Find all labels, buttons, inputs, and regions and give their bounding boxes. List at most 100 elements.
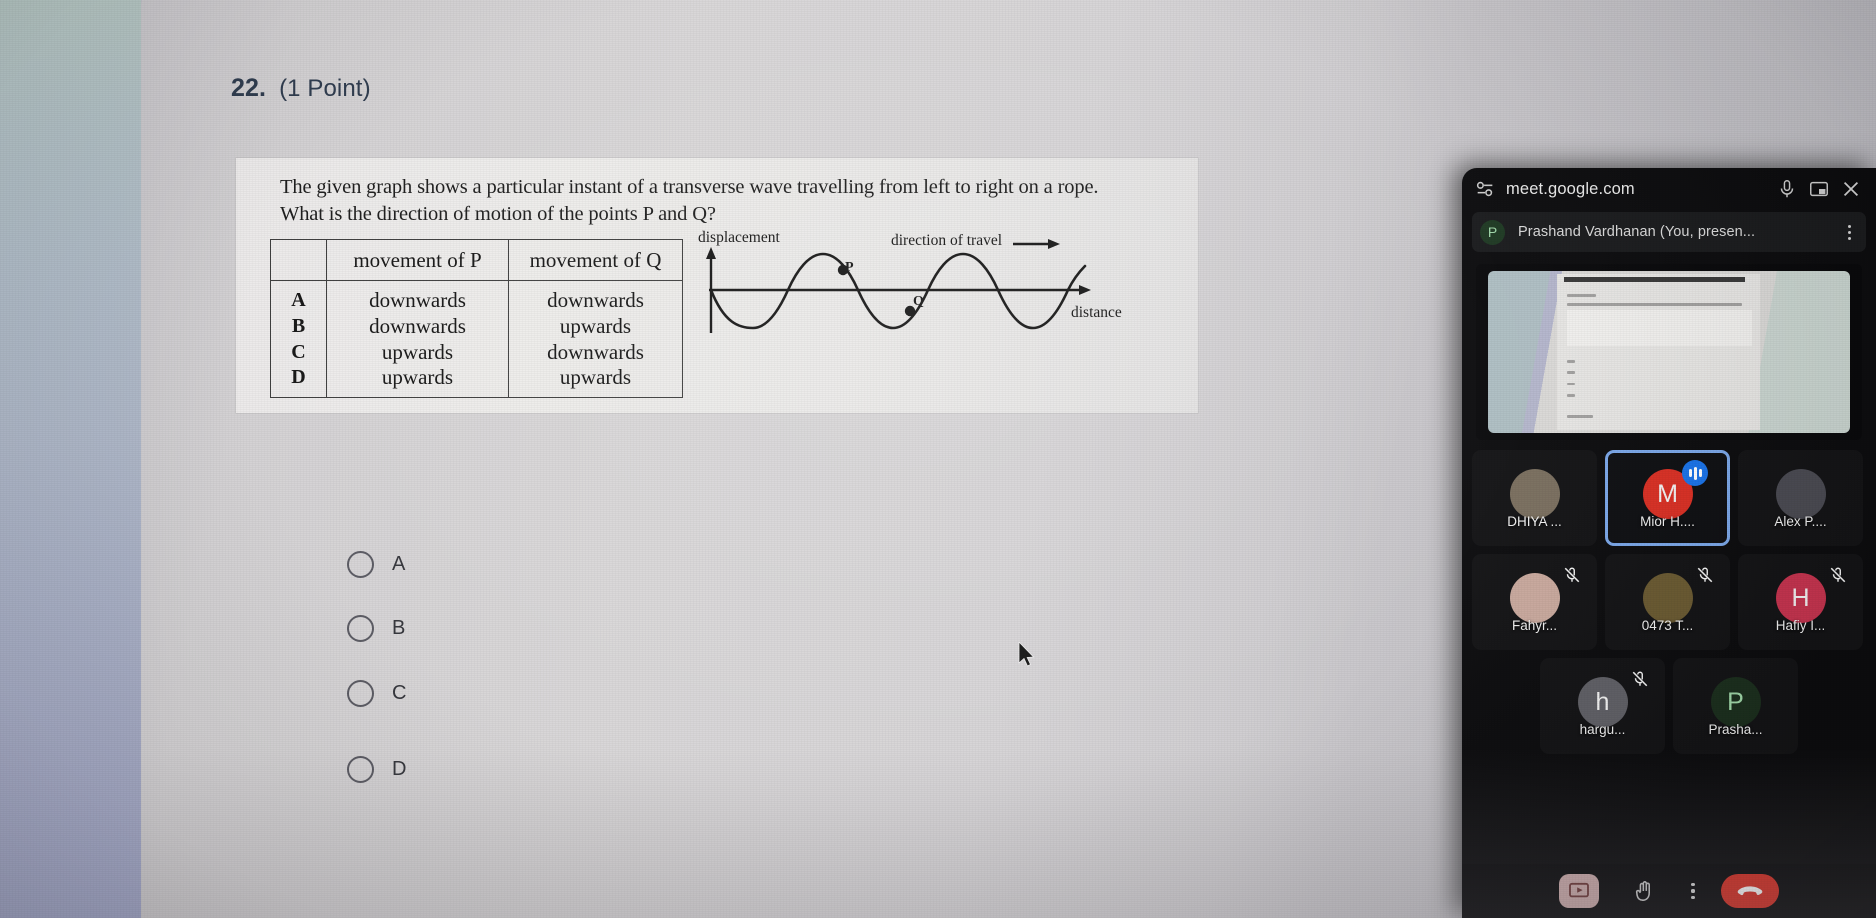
more-options-button[interactable] — [1691, 883, 1695, 899]
table-header-blank — [270, 239, 327, 281]
shared-option-thumb — [1567, 394, 1575, 397]
shared-option-thumb — [1567, 382, 1575, 386]
shared-url-bar-thumb — [1563, 276, 1746, 283]
table-header-movement-q: movement of Q — [508, 239, 683, 281]
table-cell-key: A — [270, 280, 327, 313]
participant-tile[interactable]: H Hafiy I... — [1738, 554, 1863, 650]
participant-tile[interactable]: h hargu... — [1540, 658, 1665, 754]
picture-in-picture-icon[interactable] — [1808, 178, 1830, 200]
more-options-icon[interactable] — [1841, 224, 1857, 240]
raise-hand-icon — [1636, 881, 1651, 901]
avatar: H — [1775, 573, 1826, 623]
google-meet-floating-panel[interactable]: meet.google.com P Prashand Vardhanan (Yo… — [1462, 168, 1876, 918]
radio-button-d[interactable] — [347, 756, 374, 783]
table-cell-key: B — [270, 313, 327, 339]
participant-name: hargu... — [1579, 722, 1626, 737]
question-number: 22. — [231, 74, 267, 102]
avatar — [1775, 469, 1826, 519]
avatar — [1509, 573, 1560, 623]
table-cell-q: downwards — [508, 280, 683, 313]
answer-option-label: A — [392, 553, 406, 575]
table-cell-p: upwards — [326, 339, 509, 365]
shared-option-thumb — [1567, 360, 1575, 363]
point-p-label: P — [845, 260, 854, 275]
microphone-muted-icon — [1564, 567, 1580, 583]
participant-name: Hafiy I... — [1775, 618, 1826, 633]
participant-tile[interactable]: P Prasha... — [1673, 658, 1798, 754]
direction-of-travel-label: direction of travel — [891, 232, 1003, 249]
question-text-line-1: The given graph shows a particular insta… — [280, 176, 1099, 198]
y-axis-label: displacement — [698, 229, 780, 246]
table-cell-q: upwards — [508, 365, 683, 398]
participant-name: Prasha... — [1708, 722, 1763, 737]
shared-screen-preview[interactable] — [1476, 264, 1862, 440]
participant-name: Mior H.... — [1640, 514, 1695, 529]
shared-question-card-thumb — [1567, 309, 1753, 346]
avatar: h — [1577, 677, 1628, 727]
participant-name: 0473 T... — [1641, 618, 1694, 633]
question-points: (1 Point) — [279, 75, 371, 102]
table-row: A downwards downwards — [270, 280, 683, 313]
avatar — [1509, 469, 1560, 519]
table-cell-q: downwards — [508, 339, 683, 365]
answer-option-label: D — [392, 758, 407, 780]
meet-bottom-toolbar — [1462, 864, 1876, 918]
answer-option-label: C — [392, 682, 407, 704]
meet-url-label: meet.google.com — [1506, 179, 1635, 198]
table-header-movement-p: movement of P — [326, 239, 509, 281]
question-header: 22. (1 Point) — [231, 74, 371, 103]
avatar: P — [1710, 677, 1761, 727]
participant-name: Fahyr... — [1511, 618, 1557, 633]
microphone-muted-icon — [1830, 567, 1846, 583]
microphone-muted-icon — [1697, 567, 1713, 583]
participant-name: Alex P.... — [1774, 514, 1827, 529]
quiz-page: 22. (1 Point) The given graph shows a pa… — [141, 0, 1246, 918]
participant-row: Fahyr... 0473 T... H Hafiy I... — [1472, 554, 1866, 650]
x-axis-label: distance — [1071, 304, 1122, 321]
answer-option-d[interactable]: D — [347, 756, 406, 783]
present-screen-icon — [1569, 882, 1590, 898]
participant-row: h hargu... P Prasha... — [1472, 658, 1866, 754]
present-screen-button[interactable] — [1559, 874, 1600, 908]
radio-button-c[interactable] — [347, 680, 374, 707]
shared-document-thumb — [1556, 274, 1760, 430]
close-icon[interactable] — [1840, 178, 1862, 200]
table-row: D upwards upwards — [270, 365, 683, 398]
shared-option-thumb — [1567, 371, 1575, 374]
participant-tile[interactable]: M Mior H.... — [1605, 450, 1730, 546]
answer-option-b[interactable]: B — [347, 615, 405, 642]
table-row: C upwards downwards — [270, 339, 683, 365]
participant-tile[interactable]: Alex P.... — [1738, 450, 1863, 546]
table-cell-q: upwards — [508, 313, 683, 339]
point-q-label: Q — [913, 294, 924, 309]
table-cell-p: downwards — [326, 280, 509, 313]
speaking-indicator-icon — [1682, 460, 1708, 486]
movement-options-table: movement of P movement of Q A downwards … — [270, 239, 683, 398]
question-image-card: The given graph shows a particular insta… — [236, 158, 1198, 413]
microphone-muted-icon — [1632, 671, 1648, 687]
answer-option-a[interactable]: A — [347, 551, 405, 578]
shared-text-thumb — [1567, 303, 1742, 306]
presenter-name: Prashand Vardhanan (You, presen... — [1518, 224, 1756, 240]
table-cell-key: D — [270, 365, 327, 398]
table-cell-p: downwards — [326, 313, 509, 339]
raise-hand-button[interactable] — [1625, 874, 1665, 908]
permissions-icon[interactable] — [1474, 178, 1496, 200]
shared-footer-thumb — [1567, 415, 1593, 419]
end-call-icon — [1737, 886, 1762, 896]
presenter-row[interactable]: P Prashand Vardhanan (You, presen... — [1472, 212, 1866, 252]
radio-button-a[interactable] — [347, 551, 374, 578]
transverse-wave-diagram: displacement direction of travel distanc… — [691, 228, 1131, 358]
participant-tile[interactable]: 0473 T... — [1605, 554, 1730, 650]
participant-tile[interactable]: Fahyr... — [1472, 554, 1597, 650]
end-call-button[interactable] — [1720, 874, 1779, 908]
question-text-line-2: What is the direction of motion of the p… — [280, 203, 716, 225]
radio-button-b[interactable] — [347, 615, 374, 642]
table-row: B downwards upwards — [270, 313, 683, 339]
answer-option-c[interactable]: C — [347, 680, 406, 707]
participant-tile[interactable]: DHIYA ... — [1472, 450, 1597, 546]
presenter-avatar: P — [1480, 219, 1505, 245]
left-bezel-strip — [0, 0, 141, 918]
microphone-icon[interactable] — [1776, 178, 1798, 200]
answer-option-label: B — [392, 617, 406, 639]
